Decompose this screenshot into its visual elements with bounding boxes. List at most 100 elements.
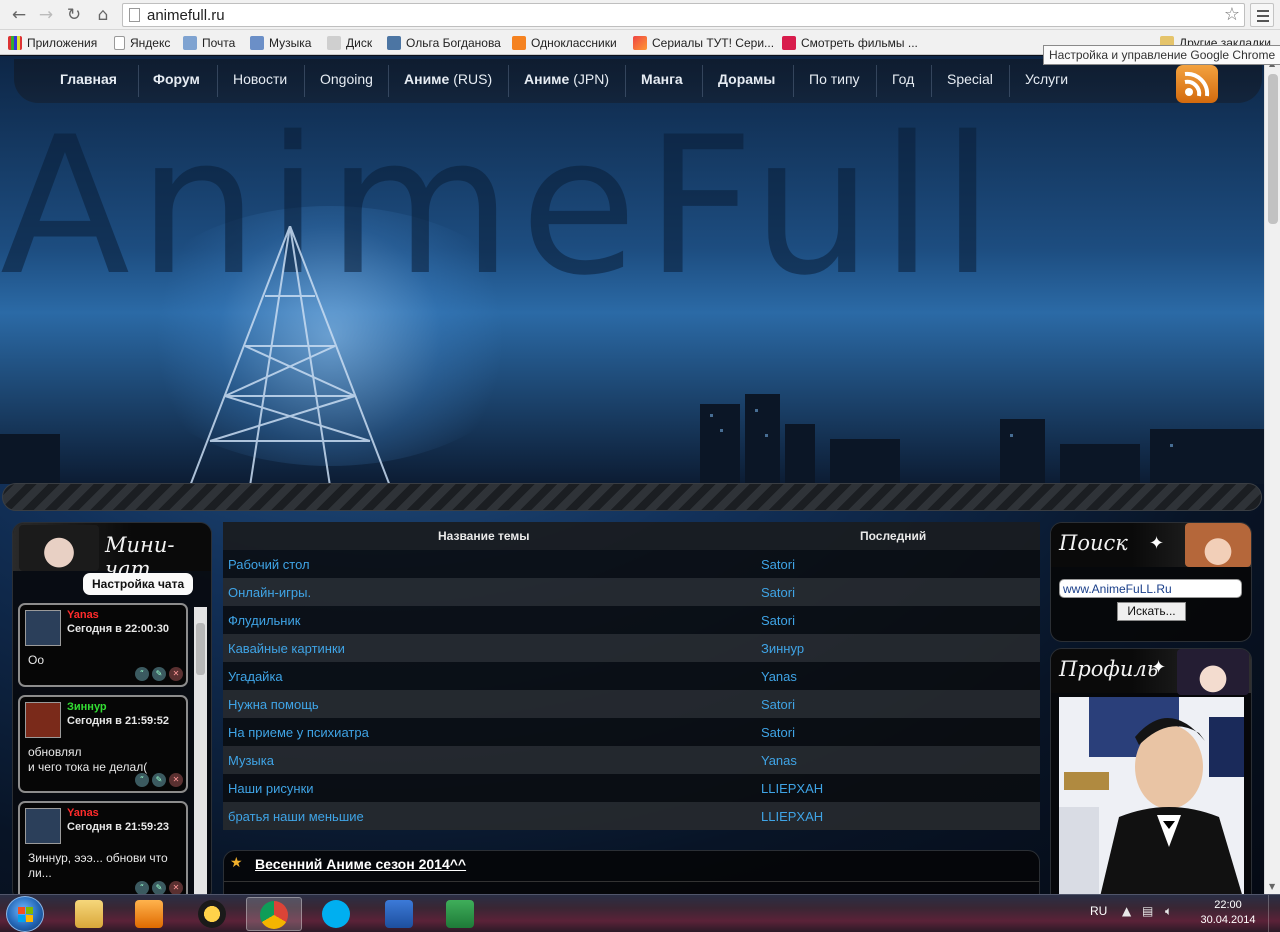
bookmark-odnoklassniki[interactable]: Одноклассники (512, 34, 617, 51)
season-title-link[interactable]: Весенний Аниме сезон 2014^^ (255, 856, 466, 872)
bookmark-mail[interactable]: Почта (183, 34, 235, 51)
show-desktop-button[interactable] (1268, 895, 1280, 932)
season-block: ★ Весенний Аниме сезон 2014^^ (223, 850, 1040, 894)
chat-scrollbar[interactable] (194, 607, 207, 894)
back-icon[interactable]: ← (8, 4, 30, 26)
table-row: Флудильник Satori (223, 606, 1040, 634)
nav-news[interactable]: Новости (233, 71, 287, 87)
search-input[interactable] (1059, 579, 1242, 598)
search-button[interactable]: Искать... (1117, 602, 1186, 621)
bookmark-music[interactable]: Музыка (250, 34, 311, 51)
column-topic: Название темы (438, 529, 530, 543)
topic-link[interactable]: Кавайные картинки (228, 641, 345, 656)
topic-link[interactable]: Музыка (228, 753, 274, 768)
edit-icon[interactable]: ✎ (152, 667, 166, 681)
anime-girl-image (1177, 649, 1249, 695)
sparkle-icon: ✦ (1151, 657, 1167, 678)
taskbar-skype[interactable] (309, 897, 365, 931)
clock[interactable]: 22:00 30.04.2014 (1196, 898, 1260, 928)
taskbar-excel[interactable] (433, 897, 489, 931)
message-author[interactable]: Yanas (67, 609, 99, 621)
nav-home[interactable]: Главная (60, 71, 117, 87)
chat-settings-button[interactable]: Настройка чата (83, 573, 194, 595)
topic-link[interactable]: Нужна помощь (228, 697, 319, 712)
bookmark-apps[interactable]: Приложения (8, 34, 97, 51)
delete-icon[interactable]: ✕ (169, 667, 183, 681)
sparkle-icon: ✦ (1149, 533, 1165, 554)
nav-special[interactable]: Special (947, 71, 993, 87)
nav-anime-rus[interactable]: Аниме (RUS) (404, 71, 492, 87)
last-poster-link[interactable]: LLIEPXAH (761, 781, 823, 796)
message-text: Оо (28, 653, 45, 667)
last-poster-link[interactable]: Yanas (761, 669, 797, 684)
taskbar-aimp[interactable] (185, 897, 241, 931)
quote-icon[interactable]: “ (135, 667, 149, 681)
language-indicator[interactable]: RU (1090, 904, 1107, 918)
topic-link[interactable]: Угадайка (228, 669, 283, 684)
nav-by-type[interactable]: По типу (809, 71, 860, 87)
nav-doramas[interactable]: Дорамы (718, 71, 775, 87)
taskbar-explorer[interactable] (62, 897, 118, 931)
tray-expand-icon[interactable]: ▲ (1122, 904, 1131, 918)
last-poster-link[interactable]: Satori (761, 585, 795, 600)
city-skyline (0, 394, 1264, 484)
word-icon (385, 900, 413, 928)
rss-icon[interactable] (1176, 65, 1218, 103)
delete-icon[interactable]: ✕ (169, 881, 183, 894)
excel-icon (446, 900, 474, 928)
topic-link[interactable]: Рабочий стол (228, 557, 310, 572)
nav-services[interactable]: Услуги (1025, 71, 1068, 87)
nav-ongoing[interactable]: Ongoing (320, 71, 373, 87)
edit-icon[interactable]: ✎ (152, 773, 166, 787)
nav-anime-jpn[interactable]: Аниме (JPN) (524, 71, 609, 87)
taskbar-media-player[interactable] (122, 897, 178, 931)
bookmark-yandex[interactable]: Яндекс (114, 34, 170, 51)
address-bar[interactable]: animefull.ru ☆ (122, 3, 1245, 27)
reload-icon[interactable]: ↻ (63, 4, 85, 26)
last-poster-link[interactable]: Satori (761, 697, 795, 712)
nav-year[interactable]: Год (892, 71, 914, 87)
topic-link[interactable]: Онлайн-игры. (228, 585, 311, 600)
message-author[interactable]: Зиннур (67, 701, 107, 713)
skype-icon (322, 900, 350, 928)
quote-icon[interactable]: “ (135, 881, 149, 894)
page-scrollbar[interactable]: ▲ ▼ (1264, 56, 1280, 894)
message-text: обновлял и чего тока не делал( (28, 745, 148, 774)
delete-icon[interactable]: ✕ (169, 773, 183, 787)
nav-manga[interactable]: Манга (641, 71, 683, 87)
topic-link[interactable]: На приеме у психиатра (228, 725, 369, 740)
topic-link[interactable]: Наши рисунки (228, 781, 314, 796)
message-author[interactable]: Yanas (67, 807, 99, 819)
bookmark-label: Сериалы ТУТ! Сери... (652, 35, 775, 50)
search-title: Поиск (1059, 531, 1128, 555)
nav-forum[interactable]: Форум (153, 71, 200, 87)
bookmark-serials[interactable]: Сериалы ТУТ! Сери... (633, 34, 774, 51)
bookmark-star-icon[interactable]: ☆ (1224, 4, 1240, 25)
network-icon[interactable]: ▤ (1142, 904, 1153, 918)
bookmark-ivi[interactable]: Смотреть фильмы ... (782, 34, 918, 51)
topic-link[interactable]: братья наши меньшие (228, 809, 364, 824)
table-row: Онлайн-игры. Satori (223, 578, 1040, 606)
last-poster-link[interactable]: LLIEPXAH (761, 809, 823, 824)
taskbar-chrome[interactable] (246, 897, 302, 931)
volume-icon[interactable]: 🔈︎ (1165, 904, 1172, 919)
last-poster-link[interactable]: Satori (761, 725, 795, 740)
last-poster-link[interactable]: Satori (761, 557, 795, 572)
message-time: Сегодня в 21:59:52 (67, 715, 170, 727)
quote-icon[interactable]: “ (135, 773, 149, 787)
chrome-menu-button[interactable] (1250, 3, 1274, 27)
last-poster-link[interactable]: Yanas (761, 753, 797, 768)
start-button[interactable] (6, 896, 44, 932)
edit-icon[interactable]: ✎ (152, 881, 166, 894)
home-icon[interactable]: ⌂ (92, 4, 114, 26)
bookmark-label: Яндекс (130, 35, 171, 50)
bookmark-label: Приложения (27, 35, 98, 50)
topic-link[interactable]: Флудильник (228, 613, 300, 628)
browser-toolbar: ← → ↻ ⌂ animefull.ru ☆ (0, 0, 1280, 30)
last-poster-link[interactable]: Satori (761, 613, 795, 628)
forward-icon[interactable]: → (35, 4, 57, 26)
taskbar-word[interactable] (372, 897, 428, 931)
bookmark-vk[interactable]: Ольга Богданова (387, 34, 501, 51)
last-poster-link[interactable]: Зиннур (761, 641, 804, 656)
bookmark-disk[interactable]: Диск (327, 34, 372, 51)
